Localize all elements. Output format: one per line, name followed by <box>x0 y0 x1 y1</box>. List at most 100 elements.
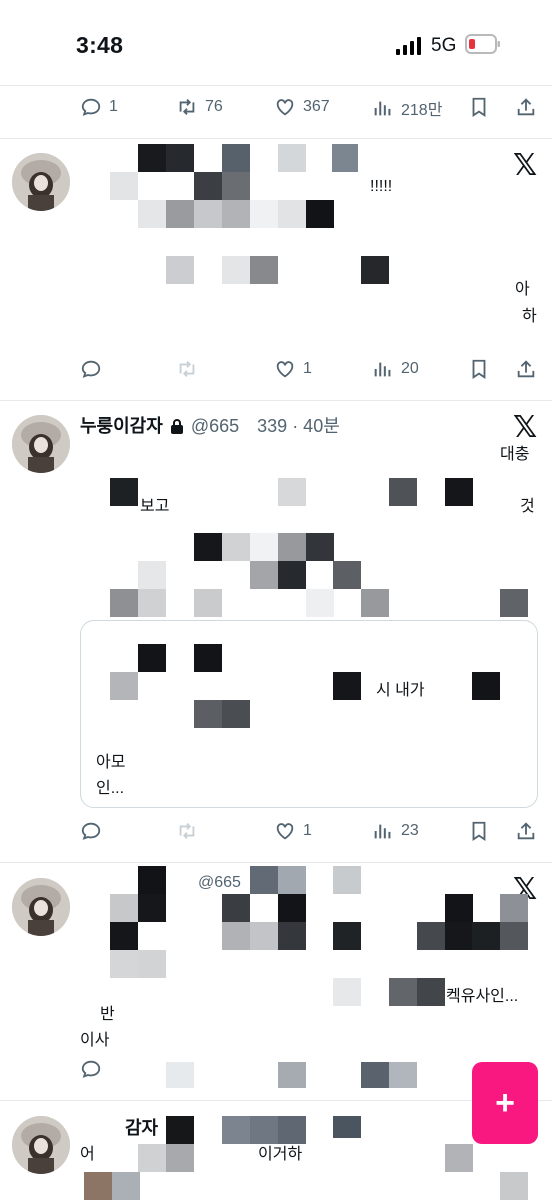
share-icon[interactable] <box>515 96 537 118</box>
censor-mosaic <box>222 256 250 284</box>
display-name[interactable]: 누룽이감자 <box>80 416 163 436</box>
like-button[interactable]: 1 <box>274 358 312 380</box>
reply-icon <box>81 360 101 378</box>
censor-mosaic <box>222 200 250 228</box>
censor-mosaic <box>278 478 306 506</box>
censor-mosaic <box>472 672 500 700</box>
tweet-text-fragment: !!!!! <box>370 178 393 195</box>
censor-mosaic <box>500 894 528 922</box>
censor-mosaic <box>194 200 222 228</box>
views-button[interactable]: 23 <box>372 820 419 842</box>
tweet-text-fragment: 아 <box>515 281 530 298</box>
censor-mosaic <box>112 1172 140 1200</box>
handle-time: 339 · 40분 <box>257 416 340 436</box>
censor-mosaic <box>278 561 306 589</box>
reply-button[interactable] <box>80 820 102 842</box>
censor-mosaic <box>306 589 334 617</box>
censor-mosaic <box>445 478 473 506</box>
censor-mosaic <box>138 144 166 172</box>
censor-mosaic <box>250 200 278 228</box>
censor-mosaic <box>250 561 278 589</box>
censor-mosaic <box>333 866 361 894</box>
censor-mosaic <box>222 1116 250 1144</box>
retweet-icon <box>179 361 195 377</box>
tweet-text-fragment: 인... <box>96 780 125 797</box>
censor-mosaic <box>110 894 138 922</box>
avatar[interactable] <box>12 1116 70 1174</box>
tweet-text-fragment: 시 내가 <box>376 682 425 699</box>
views-count: 20 <box>401 360 419 377</box>
censor-mosaic <box>166 1062 194 1088</box>
censor-mosaic <box>278 200 306 228</box>
bookmark-icon[interactable] <box>468 820 490 842</box>
reply-button[interactable] <box>80 358 102 380</box>
like-count: 1 <box>303 360 312 377</box>
bookmark-icon[interactable] <box>468 96 490 118</box>
bookmark-icon[interactable] <box>468 358 490 380</box>
censor-mosaic <box>278 1116 306 1144</box>
share-icon[interactable] <box>515 820 537 842</box>
avatar[interactable] <box>12 878 70 936</box>
tweet-header: 누룽이감자 @665 339 · 40분 <box>80 412 340 438</box>
censor-mosaic <box>138 561 166 589</box>
like-button[interactable]: 1 <box>274 820 312 842</box>
x-logo-icon: 𝕏 <box>513 148 538 183</box>
lock-icon <box>170 419 183 434</box>
reply-icon <box>81 98 101 116</box>
censor-mosaic <box>194 533 222 561</box>
censor-mosaic <box>194 700 222 728</box>
tweet-text-fragment: 대충 <box>500 446 530 463</box>
censor-mosaic <box>110 589 138 617</box>
tweet-text-fragment: 이사 <box>80 1032 110 1049</box>
censor-mosaic <box>445 922 473 950</box>
censor-mosaic <box>110 922 138 950</box>
like-button[interactable]: 367 <box>274 96 330 118</box>
censor-mosaic <box>222 922 250 950</box>
reply-button[interactable] <box>80 1058 102 1080</box>
censor-mosaic <box>472 922 500 950</box>
status-bar: 3:48 5G <box>0 0 552 85</box>
censor-mosaic <box>278 1062 306 1088</box>
censor-mosaic <box>222 700 250 728</box>
censor-mosaic <box>84 1172 112 1200</box>
views-button[interactable]: 20 <box>372 358 419 380</box>
plus-icon: + <box>495 1084 515 1122</box>
status-time: 3:48 <box>76 32 124 58</box>
censor-mosaic <box>194 172 222 200</box>
tweet-text-fragment: 어 <box>80 1146 95 1163</box>
censor-mosaic <box>166 144 194 172</box>
censor-mosaic <box>361 1062 389 1088</box>
reply-button[interactable]: 1 <box>80 96 118 118</box>
like-count: 367 <box>303 98 330 115</box>
avatar[interactable] <box>12 153 70 211</box>
censor-mosaic <box>333 1116 361 1138</box>
views-button[interactable]: 218만 <box>372 96 442 120</box>
views-icon <box>374 824 391 839</box>
censor-mosaic <box>250 866 278 894</box>
retweet-icon <box>179 99 195 115</box>
censor-mosaic <box>194 644 222 672</box>
tweet-text-fragment: 보고 <box>140 498 170 515</box>
retweet-button[interactable] <box>176 820 198 842</box>
censor-mosaic <box>138 644 166 672</box>
retweet-button[interactable]: 76 <box>176 96 223 118</box>
censor-mosaic <box>389 1062 417 1088</box>
censor-mosaic <box>500 589 528 617</box>
censor-mosaic <box>389 478 417 506</box>
avatar[interactable] <box>12 415 70 473</box>
reply-icon <box>81 1060 101 1078</box>
censor-mosaic <box>166 1116 194 1144</box>
censor-mosaic <box>166 200 194 228</box>
divider <box>0 85 552 86</box>
compose-tweet-button[interactable]: + <box>472 1062 538 1144</box>
censor-mosaic <box>250 1116 278 1144</box>
tweet-text-fragment: 아모 <box>96 754 126 771</box>
censor-mosaic <box>222 894 250 922</box>
share-icon[interactable] <box>515 358 537 380</box>
censor-mosaic <box>500 1172 528 1200</box>
retweet-button[interactable] <box>176 358 198 380</box>
divider <box>0 1100 552 1101</box>
censor-mosaic <box>332 144 358 172</box>
censor-mosaic <box>278 866 306 894</box>
censor-mosaic <box>417 978 445 1006</box>
